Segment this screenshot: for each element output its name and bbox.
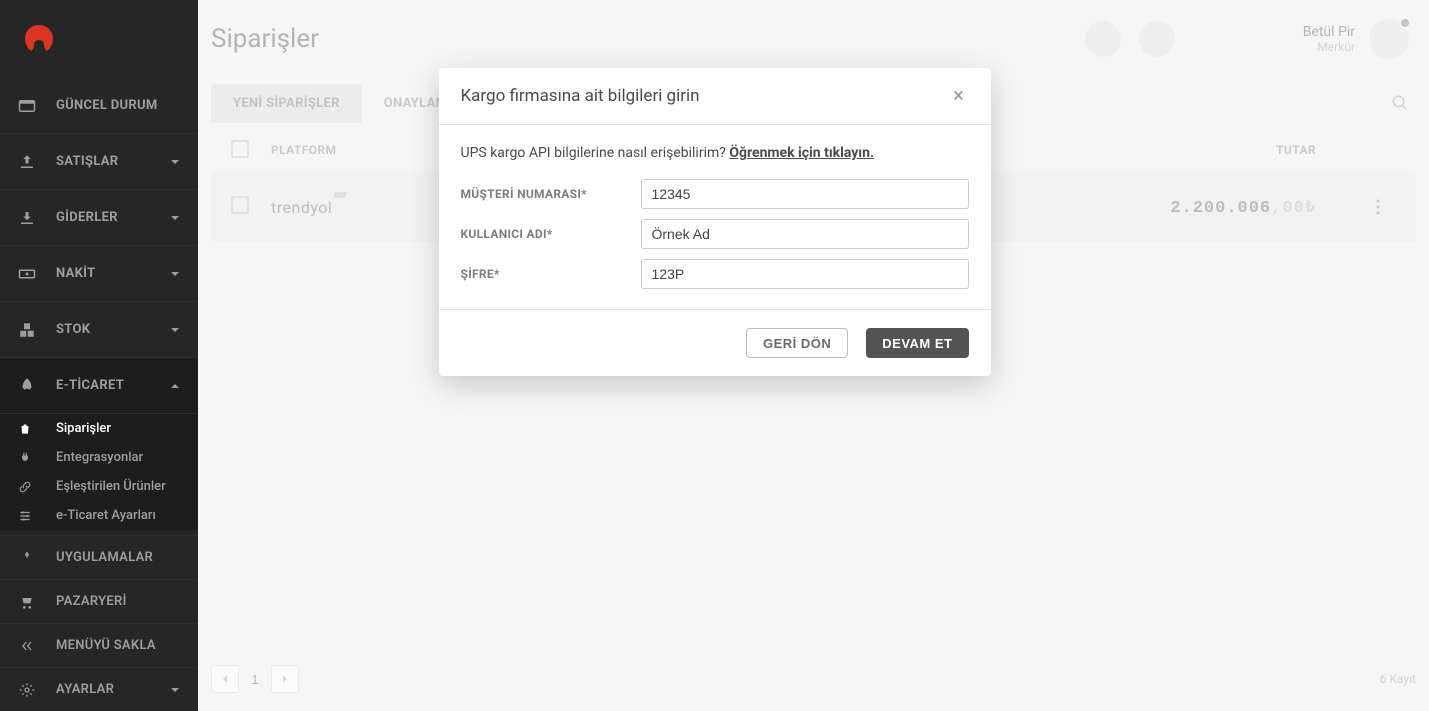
nav-bottom: UYGULAMALAR PAZARYERİ MENÜYÜ SAKLA AYARL… xyxy=(0,535,198,711)
subnav-integrations[interactable]: Entegrasyonlar xyxy=(0,443,198,472)
sidebar-label: GİDERLER xyxy=(56,210,118,225)
link-icon xyxy=(18,480,32,494)
input-username[interactable] xyxy=(641,219,969,249)
sidebar-item-stock[interactable]: STOK xyxy=(0,302,198,358)
sidebar-item-ecommerce[interactable]: E-TİCARET xyxy=(0,358,198,414)
sidebar-item-sales[interactable]: SATIŞLAR xyxy=(0,134,198,190)
modal: Kargo firmasına ait bilgileri girin × UP… xyxy=(439,68,991,376)
subnav-label: e-Ticaret Ayarları xyxy=(56,508,156,523)
sidebar-label: SATIŞLAR xyxy=(56,154,118,169)
bag-icon xyxy=(18,422,32,436)
subnav-label: Siparişler xyxy=(56,421,111,436)
sidebar-item-expenses[interactable]: GİDERLER xyxy=(0,190,198,246)
sidebar-label: E-TİCARET xyxy=(56,378,124,393)
gear-icon xyxy=(18,681,36,699)
sidebar-label: UYGULAMALAR xyxy=(56,550,153,565)
collapse-icon xyxy=(18,637,36,655)
chevron-down-icon xyxy=(170,269,180,279)
sidebar-label: STOK xyxy=(56,322,90,337)
modal-header: Kargo firmasına ait bilgileri girin × xyxy=(439,68,991,125)
subnav-label: Eşleştirilen Ürünler xyxy=(56,479,166,494)
label-password: ŞİFRE* xyxy=(461,267,641,281)
sidebar-label: MENÜYÜ SAKLA xyxy=(56,638,156,653)
modal-footer: GERİ DÖN DEVAM ET xyxy=(439,310,991,376)
help-link[interactable]: Öğrenmek için tıklayın. xyxy=(729,145,874,161)
nav: GÜNCEL DURUM SATIŞLAR GİDERLER NAKİT STO… xyxy=(0,78,198,535)
chevron-down-icon xyxy=(170,325,180,335)
close-icon: × xyxy=(953,83,964,107)
sidebar-item-hidemenu[interactable]: MENÜYÜ SAKLA xyxy=(0,623,198,667)
form-row-password: ŞİFRE* xyxy=(461,259,969,289)
subnav-matched-products[interactable]: Eşleştirilen Ürünler xyxy=(0,472,198,501)
help-text: UPS kargo API bilgilerine nasıl erişebil… xyxy=(461,145,969,161)
upload-icon xyxy=(18,153,36,171)
modal-body: UPS kargo API bilgilerine nasıl erişebil… xyxy=(439,125,991,310)
apps-icon xyxy=(18,549,36,567)
rocket-icon xyxy=(18,377,36,395)
subnav-ecommerce-settings[interactable]: e-Ticaret Ayarları xyxy=(0,501,198,530)
cart-icon xyxy=(18,593,36,611)
sidebar-label: GÜNCEL DURUM xyxy=(56,98,158,113)
sidebar-label: AYARLAR xyxy=(56,682,114,697)
cash-icon xyxy=(18,265,36,283)
label-customer-no: MÜŞTERİ NUMARASI* xyxy=(461,187,641,201)
subnav-label: Entegrasyonlar xyxy=(56,450,143,465)
sidebar-label: PAZARYERİ xyxy=(56,594,127,609)
sidebar-item-marketplace[interactable]: PAZARYERİ xyxy=(0,579,198,623)
chevron-down-icon xyxy=(170,213,180,223)
sidebar-item-apps[interactable]: UYGULAMALAR xyxy=(0,535,198,579)
ecommerce-subnav: Siparişler Entegrasyonlar Eşleştirilen Ü… xyxy=(0,414,198,530)
sidebar-label: NAKİT xyxy=(56,266,95,281)
form-row-customer-no: MÜŞTERİ NUMARASI* xyxy=(461,179,969,209)
modal-title: Kargo firmasına ait bilgileri girin xyxy=(461,86,949,106)
chevron-up-icon xyxy=(170,381,180,391)
sidebar: GÜNCEL DURUM SATIŞLAR GİDERLER NAKİT STO… xyxy=(0,0,198,711)
download-icon xyxy=(18,209,36,227)
dashboard-icon xyxy=(18,97,36,115)
input-customer-no[interactable] xyxy=(641,179,969,209)
boxes-icon xyxy=(18,321,36,339)
back-button[interactable]: GERİ DÖN xyxy=(746,328,848,358)
sidebar-item-settings[interactable]: AYARLAR xyxy=(0,667,198,711)
logo-area xyxy=(0,0,198,78)
plug-icon xyxy=(18,451,32,465)
continue-button[interactable]: DEVAM ET xyxy=(866,328,968,358)
app-logo-icon xyxy=(19,19,59,59)
label-username: KULLANICI ADI* xyxy=(461,227,641,241)
chevron-down-icon xyxy=(170,685,180,695)
subnav-orders[interactable]: Siparişler xyxy=(0,414,198,443)
sidebar-item-cash[interactable]: NAKİT xyxy=(0,246,198,302)
input-password[interactable] xyxy=(641,259,969,289)
sliders-icon xyxy=(18,509,32,523)
form-row-username: KULLANICI ADI* xyxy=(461,219,969,249)
chevron-down-icon xyxy=(170,157,180,167)
modal-close-button[interactable]: × xyxy=(949,86,969,106)
sidebar-item-dashboard[interactable]: GÜNCEL DURUM xyxy=(0,78,198,134)
